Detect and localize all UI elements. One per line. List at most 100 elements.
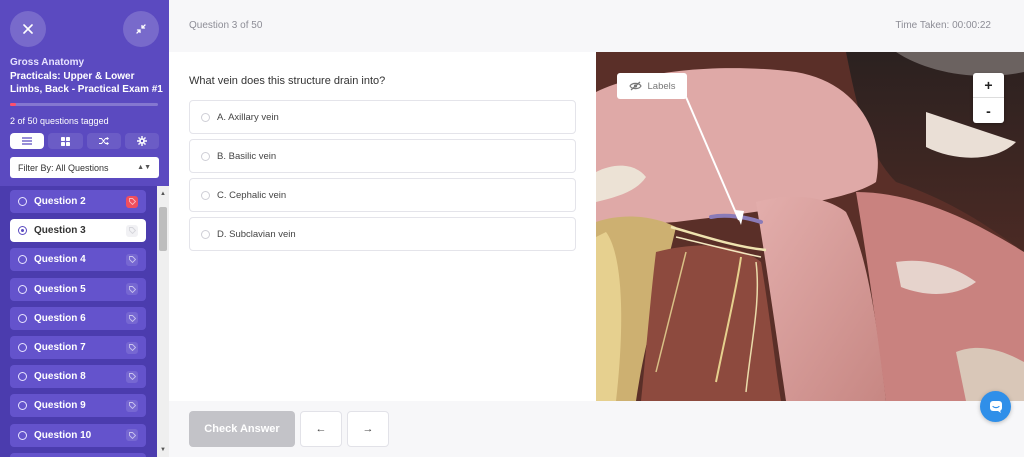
filter-select[interactable]: Filter By: All Questions ▲▼ xyxy=(10,157,159,178)
list-view-button[interactable] xyxy=(10,133,45,149)
option-radio xyxy=(201,190,210,200)
tag-icon xyxy=(128,402,136,410)
tag-button[interactable] xyxy=(126,253,138,266)
question-text: What vein does this structure drain into… xyxy=(189,75,386,87)
option-radio xyxy=(201,151,210,161)
answer-option[interactable]: D. Subclavian vein xyxy=(189,217,576,251)
time-taken: Time Taken: 00:00:22 xyxy=(895,20,991,31)
course-title: Practicals: Upper & Lower Limbs, Back - … xyxy=(10,71,163,95)
option-radio xyxy=(201,112,210,122)
labels-button-label: Labels xyxy=(647,80,676,92)
next-question-button[interactable]: → xyxy=(347,411,389,447)
tag-icon xyxy=(128,344,136,351)
collapse-icon xyxy=(136,24,146,34)
specimen-image-panel: Labels + - xyxy=(596,52,1024,401)
chat-support-button[interactable] xyxy=(980,391,1011,422)
tag-button[interactable] xyxy=(126,195,138,208)
question-list-item[interactable]: Question 5 xyxy=(10,277,146,301)
radio-indicator xyxy=(18,284,27,294)
tag-icon xyxy=(128,256,136,264)
radio-indicator xyxy=(18,313,27,323)
tag-icon xyxy=(128,373,136,381)
tag-icon xyxy=(128,198,136,205)
question-list-item[interactable]: Question 7 xyxy=(10,336,146,359)
view-toolbar xyxy=(10,133,159,149)
question-list-item[interactable]: Question 6 xyxy=(10,306,146,330)
progress-bar xyxy=(10,103,158,106)
option-label: A. Axillary vein xyxy=(217,111,279,123)
question-list-item[interactable]: Question 11 xyxy=(10,452,146,457)
gear-icon xyxy=(136,136,147,146)
tag-button[interactable] xyxy=(126,429,138,442)
question-item-label: Question 5 xyxy=(34,283,86,295)
specimen-image[interactable] xyxy=(596,52,1024,401)
option-label: B. Basilic vein xyxy=(217,150,277,162)
tag-icon xyxy=(128,285,136,293)
tag-status: 2 of 50 questions tagged xyxy=(10,116,109,126)
grid-icon xyxy=(60,136,70,146)
answer-option[interactable]: A. Axillary vein xyxy=(189,100,576,134)
question-list-item[interactable]: Question 4 xyxy=(10,248,146,272)
progress-fill xyxy=(10,103,16,106)
shuffle-icon xyxy=(98,137,109,145)
scroll-up-arrow[interactable]: ▲ xyxy=(157,189,169,199)
shuffle-button[interactable] xyxy=(86,133,121,149)
course-subject: Gross Anatomy xyxy=(10,57,85,68)
settings-button[interactable] xyxy=(124,133,159,149)
tag-icon xyxy=(128,227,136,235)
question-item-label: Question 4 xyxy=(34,254,86,266)
tag-button[interactable] xyxy=(126,283,138,296)
labels-toggle-button[interactable]: Labels xyxy=(617,73,687,99)
question-item-label: Question 9 xyxy=(34,400,86,412)
question-list-item[interactable]: Question 2 xyxy=(10,190,146,213)
question-item-label: Question 3 xyxy=(34,225,86,237)
tag-icon xyxy=(128,431,136,439)
previous-question-button[interactable]: ← xyxy=(300,411,342,447)
option-label: D. Subclavian vein xyxy=(217,228,296,240)
answer-option[interactable]: B. Basilic vein xyxy=(189,139,576,173)
question-item-label: Question 8 xyxy=(34,371,86,383)
tag-button[interactable] xyxy=(126,224,138,237)
radio-indicator xyxy=(18,401,27,411)
question-item-label: Question 6 xyxy=(34,312,86,324)
tag-button[interactable] xyxy=(126,341,138,354)
radio-indicator xyxy=(18,372,27,382)
radio-indicator xyxy=(18,255,27,265)
tag-button[interactable] xyxy=(126,370,138,383)
close-button[interactable] xyxy=(10,11,46,47)
grid-view-button[interactable] xyxy=(48,133,83,149)
question-counter: Question 3 of 50 xyxy=(189,20,263,31)
option-radio xyxy=(201,229,210,239)
footer: Check Answer ← → xyxy=(169,401,1024,457)
tag-button[interactable] xyxy=(126,312,138,325)
arrow-right-icon: → xyxy=(362,423,374,435)
question-list-scrollbar[interactable]: ▲ ▼ xyxy=(157,186,169,457)
tag-button[interactable] xyxy=(126,399,138,412)
zoom-out-button[interactable]: - xyxy=(973,98,1004,123)
scroll-down-arrow[interactable]: ▼ xyxy=(157,445,169,455)
filter-label: Filter By: All Questions xyxy=(18,162,109,173)
question-list-item[interactable]: Question 9 xyxy=(10,394,146,418)
arrow-left-icon: ← xyxy=(315,423,327,435)
chevron-updown-icon: ▲▼ xyxy=(137,164,151,171)
question-list-item[interactable]: Question 8 xyxy=(10,365,146,389)
header: Question 3 of 50 Time Taken: 00:00:22 xyxy=(169,0,1024,52)
question-item-label: Question 7 xyxy=(34,342,86,353)
question-list: Question 2 Question 3 Question 4 Question 5… xyxy=(0,186,157,457)
eye-off-icon xyxy=(628,81,642,91)
tag-icon xyxy=(128,314,136,322)
option-label: C. Cephalic vein xyxy=(217,189,287,201)
minimize-button[interactable] xyxy=(123,11,159,47)
question-list-item[interactable]: Question 3 xyxy=(10,219,146,243)
question-item-label: Question 2 xyxy=(34,196,86,207)
radio-indicator xyxy=(18,343,27,352)
scroll-thumb[interactable] xyxy=(159,207,167,251)
radio-indicator xyxy=(18,226,27,236)
chat-icon xyxy=(989,400,1002,413)
list-icon xyxy=(22,137,33,145)
question-panel: What vein does this structure drain into… xyxy=(169,52,596,401)
answer-option[interactable]: C. Cephalic vein xyxy=(189,178,576,212)
question-list-item[interactable]: Question 10 xyxy=(10,423,146,447)
zoom-in-button[interactable]: + xyxy=(973,73,1004,98)
check-answer-button[interactable]: Check Answer xyxy=(189,411,295,447)
